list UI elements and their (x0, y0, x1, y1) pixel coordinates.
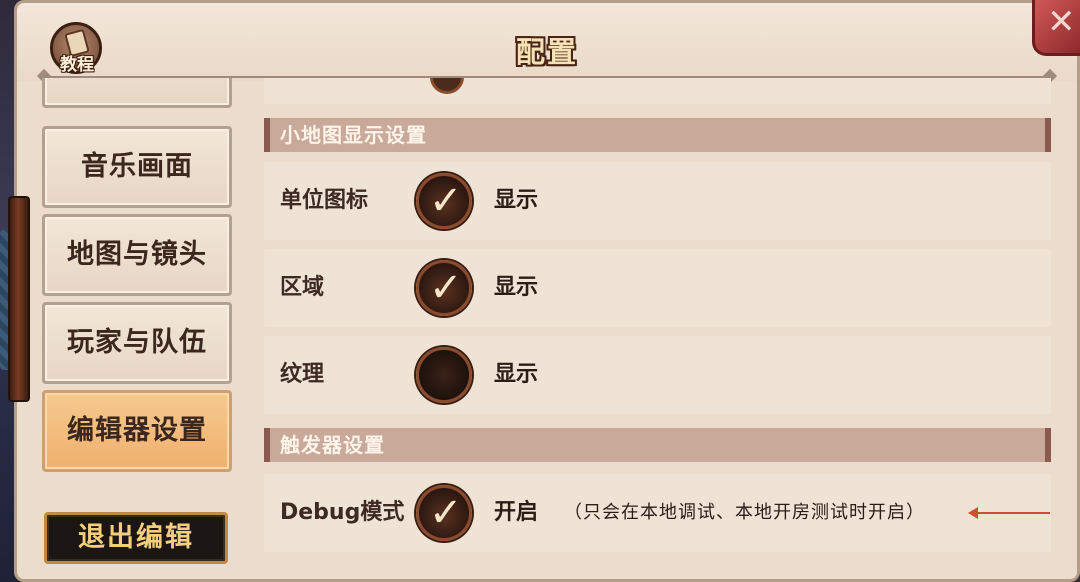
scroll-handle[interactable] (8, 196, 30, 402)
setting-row-debug-mode: Debug模式 ✓ 开启 （只会在本地调试、本地开房测试时开启） (264, 474, 1051, 552)
page-title: 配置 (515, 35, 578, 69)
setting-row-texture: 纹理 ✓ 显示 (264, 336, 1051, 414)
setting-value: 显示 (494, 362, 539, 387)
setting-label: 区域 (280, 275, 325, 300)
exit-editor-button[interactable]: 退出编辑 (44, 512, 228, 564)
setting-label: 单位图标 (280, 188, 369, 213)
setting-label: 纹理 (280, 362, 325, 387)
checkbox-texture[interactable]: ✓ (416, 347, 472, 403)
close-icon: ✕ (1047, 2, 1076, 42)
check-icon[interactable] (430, 78, 464, 94)
setting-note: （只会在本地调试、本地开房测试时开启） (564, 502, 925, 523)
sidebar-item-map-camera[interactable]: 地图与镜头 (42, 214, 232, 296)
title-bar: 配置 (17, 3, 1077, 81)
sidebar-item-players-teams[interactable]: 玩家与队伍 (42, 302, 232, 384)
setting-label: Debug模式 (280, 500, 405, 525)
tutorial-label[interactable]: 教程 (52, 50, 102, 75)
check-icon: ✓ (429, 265, 463, 311)
section-header-minimap: 小地图显示设置 (264, 118, 1051, 152)
section-header-trigger: 触发器设置 (264, 428, 1051, 462)
close-button[interactable]: ✕ (1032, 0, 1080, 56)
sidebar-item-music-graphics[interactable]: 音乐画面 (42, 126, 232, 208)
checkbox-unit-icon[interactable]: ✓ (416, 173, 472, 229)
setting-value: 开启 (494, 500, 539, 525)
settings-content: 小地图显示设置 单位图标 ✓ 显示 区域 ✓ 显示 纹理 ✓ 显示 触发器设置 … (252, 78, 1062, 582)
sidebar-item-editor-settings[interactable]: 编辑器设置 (42, 390, 232, 472)
arrow-left-icon (968, 507, 1050, 519)
setting-value: 显示 (494, 188, 539, 213)
checkbox-debug-mode[interactable]: ✓ (416, 485, 472, 541)
sidebar-item-game-settings[interactable]: 游戏设置 (42, 78, 232, 108)
setting-row-unit-icon: 单位图标 ✓ 显示 (264, 162, 1051, 240)
setting-row-region: 区域 ✓ 显示 (264, 249, 1051, 327)
check-icon: ✓ (429, 178, 463, 224)
checkbox-region[interactable]: ✓ (416, 260, 472, 316)
setting-value: 显示 (494, 275, 539, 300)
scrolled-row (264, 78, 1051, 104)
check-icon: ✓ (429, 490, 463, 536)
sidebar: 游戏设置 音乐画面 地图与镜头 玩家与队伍 编辑器设置 (40, 78, 236, 582)
